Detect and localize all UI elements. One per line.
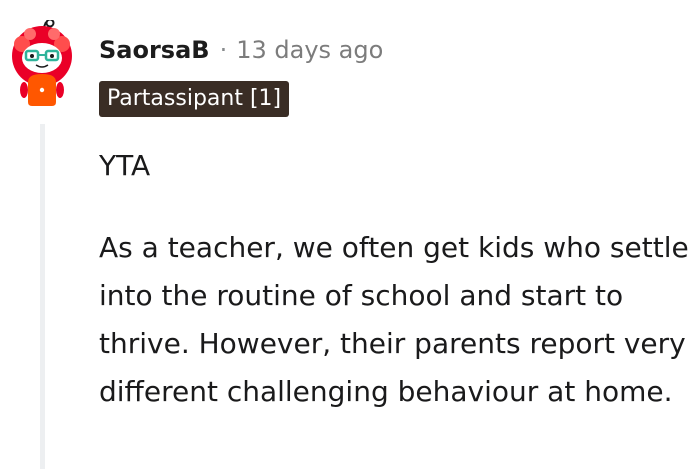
- comment: SaorsaB · 13 days ago Partassipant [1] Y…: [0, 0, 700, 469]
- comment-paragraph: YTA: [99, 149, 151, 182]
- thread-collapse-line[interactable]: [40, 124, 45, 469]
- snoo-avatar-icon: [12, 18, 72, 106]
- user-avatar[interactable]: [10, 18, 74, 108]
- meta-separator: ·: [219, 36, 228, 64]
- comment-meta: SaorsaB · 13 days ago: [99, 32, 383, 68]
- comment-timestamp[interactable]: 13 days ago: [236, 36, 383, 64]
- user-flair-badge: Partassipant [1]: [99, 81, 290, 117]
- comment-paragraph: As a teacher, we often get kids who sett…: [99, 231, 689, 408]
- author-username[interactable]: SaorsaB: [99, 36, 210, 64]
- comment-body: YTA As a teacher, we often get kids who …: [99, 142, 695, 416]
